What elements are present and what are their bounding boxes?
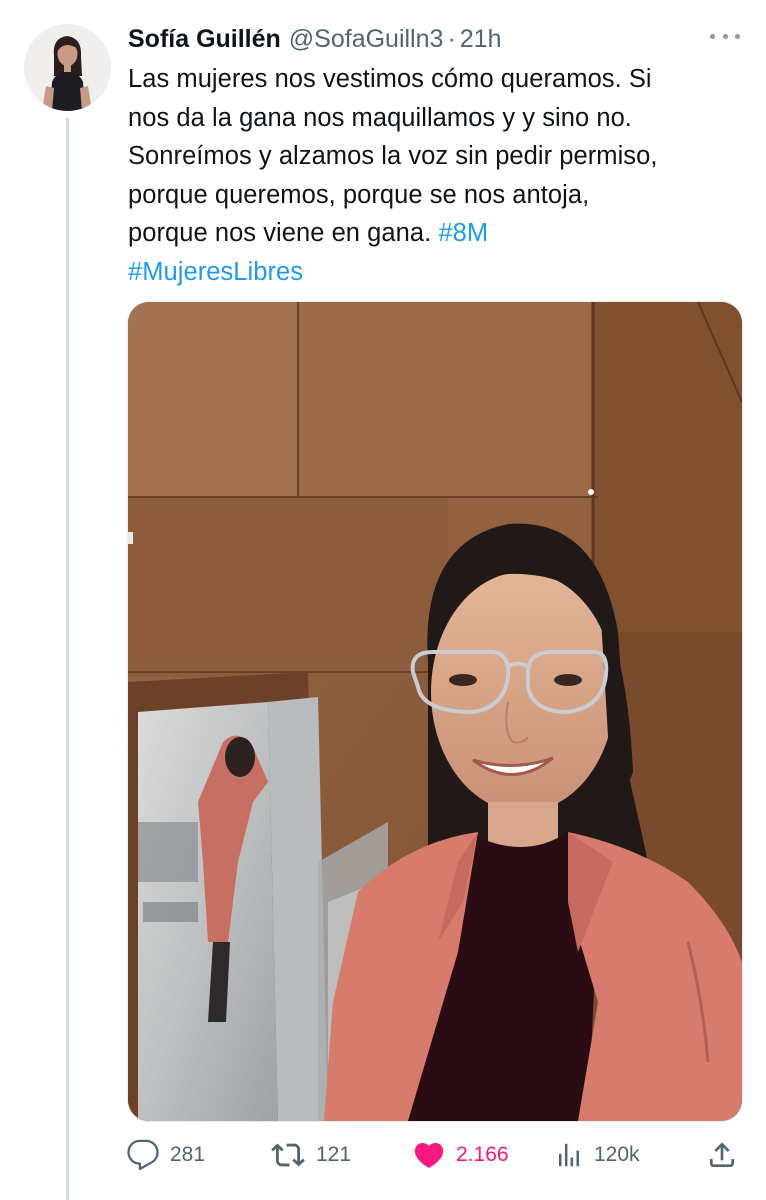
- avatar[interactable]: [24, 24, 111, 111]
- tweet-header: Sofía Guillén @SofaGuilln3 · 21h: [128, 22, 742, 56]
- tweet-text-line: porque nos viene en gana. #8M: [128, 214, 748, 253]
- selfie-image: [128, 302, 742, 1121]
- hashtag-mujereslibres[interactable]: #MujeresLibres: [128, 258, 303, 286]
- tweet-text: Las mujeres nos vestimos cómo queramos. …: [128, 60, 748, 291]
- retweet-count: 121: [316, 1143, 352, 1166]
- author-handle[interactable]: @SofaGuilln3: [289, 25, 444, 54]
- text-span: porque queremos, porque se nos antoja,: [128, 180, 590, 209]
- author-name[interactable]: Sofía Guillén: [128, 25, 281, 54]
- separator-dot: ·: [447, 24, 456, 53]
- tweet-text-line: Las mujeres nos vestimos cómo queramos. …: [128, 60, 748, 99]
- text-span: Las mujeres nos vestimos cómo queramos. …: [128, 65, 652, 93]
- tweet-text-line: #MujeresLibres: [128, 253, 748, 292]
- thread-line: [66, 118, 69, 1200]
- reply-button[interactable]: 281: [126, 1132, 205, 1178]
- heart-icon: [412, 1138, 446, 1172]
- avatar-image: [24, 24, 111, 111]
- share-button[interactable]: [706, 1132, 738, 1178]
- tweet-time[interactable]: 21h: [460, 25, 502, 54]
- like-button[interactable]: 2.166: [412, 1132, 509, 1178]
- reply-count: 281: [170, 1143, 206, 1166]
- retweet-icon: [270, 1138, 306, 1172]
- hashtag-8m[interactable]: #8M: [438, 219, 488, 247]
- share-icon: [706, 1138, 738, 1172]
- tweet-text-line: nos da la gana nos maquillamos y y sino …: [128, 99, 748, 138]
- retweet-button[interactable]: 121: [270, 1132, 351, 1178]
- more-icon[interactable]: [710, 26, 740, 46]
- tweet-actions: 281 121 2.166 120k: [126, 1132, 746, 1178]
- text-span: nos da la gana nos maquillamos y y sino …: [128, 103, 632, 132]
- reply-icon: [126, 1138, 160, 1172]
- views-icon: [554, 1139, 584, 1171]
- tweet-text-line: porque queremos, porque se nos antoja,: [128, 176, 748, 215]
- text-span: Sonreímos y alzamos la voz sin pedir per…: [128, 142, 658, 170]
- tweet-photo[interactable]: [127, 301, 743, 1122]
- text-span: porque nos viene en gana.: [128, 219, 439, 247]
- views-button[interactable]: 120k: [554, 1132, 640, 1178]
- views-count: 120k: [594, 1143, 640, 1166]
- like-count: 2.166: [456, 1143, 509, 1166]
- tweet-text-line: Sonreímos y alzamos la voz sin pedir per…: [128, 137, 748, 176]
